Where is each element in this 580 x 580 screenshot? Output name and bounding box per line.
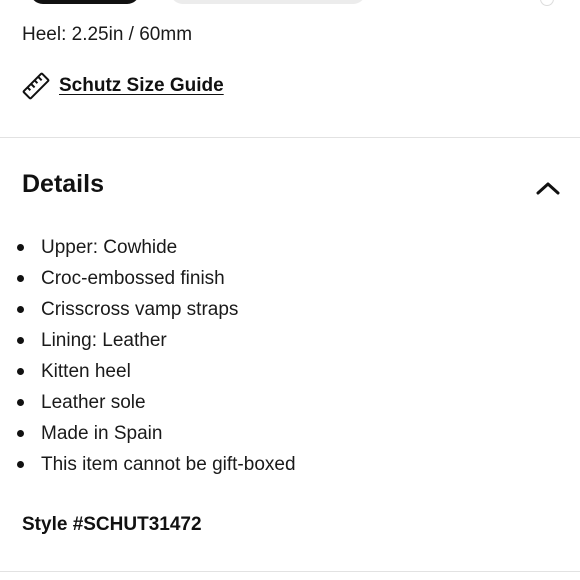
size-option-selected[interactable] — [30, 0, 140, 4]
section-divider — [0, 571, 580, 572]
details-accordion-header[interactable]: Details — [0, 160, 580, 210]
heel-height-text: Heel: 2.25in / 60mm — [22, 24, 193, 45]
list-item-text: Kitten heel — [41, 361, 131, 382]
bullet-icon — [17, 368, 24, 375]
bullet-icon — [17, 399, 24, 406]
size-guide-label[interactable]: Schutz Size Guide — [59, 75, 224, 97]
bullet-icon — [17, 337, 24, 344]
bullet-icon — [17, 244, 24, 251]
list-item-text: Upper: Cowhide — [41, 237, 178, 258]
details-title: Details — [22, 170, 104, 198]
scroll-indicator — [540, 0, 554, 6]
size-option[interactable] — [170, 0, 366, 4]
chevron-up-icon[interactable] — [535, 180, 561, 196]
list-item-text: Leather sole — [41, 392, 146, 413]
bullet-icon — [17, 461, 24, 468]
ruler-icon — [22, 72, 50, 100]
list-item-text: This item cannot be gift-boxed — [41, 454, 296, 475]
bullet-icon — [17, 430, 24, 437]
bullet-icon — [17, 306, 24, 313]
list-item-text: Made in Spain — [41, 423, 163, 444]
style-number: Style #SCHUT31472 — [22, 514, 202, 535]
list-item-text: Lining: Leather — [41, 330, 167, 351]
bullet-icon — [17, 275, 24, 282]
section-divider — [0, 137, 580, 138]
list-item-text: Croc-embossed finish — [41, 268, 225, 289]
list-item-text: Crisscross vamp straps — [41, 299, 239, 320]
size-guide-link[interactable]: Schutz Size Guide — [22, 70, 224, 102]
